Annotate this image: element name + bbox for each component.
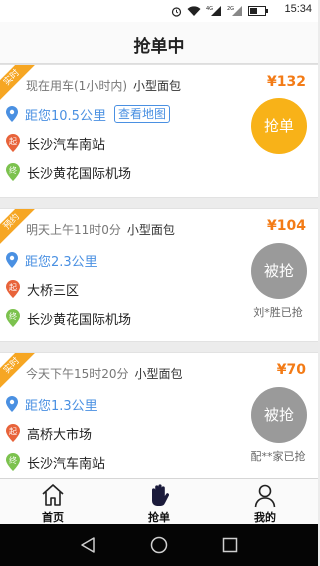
svg-text:起: 起 xyxy=(9,283,17,292)
tab-home[interactable]: 首页 xyxy=(0,479,106,525)
end-marker-icon: 终 xyxy=(6,453,20,471)
signal-2g-icon: 2G xyxy=(227,6,242,16)
tab-label: 我的 xyxy=(254,511,276,524)
svg-text:4G: 4G xyxy=(206,6,213,12)
tab-label: 首页 xyxy=(42,511,64,524)
start-marker-icon: 起 xyxy=(6,424,20,442)
distance-row: 距您1.3公里 xyxy=(6,394,98,414)
tab-label: 抢单 xyxy=(148,511,170,524)
location-pin-icon xyxy=(6,252,18,268)
start-marker-icon: 起 xyxy=(6,280,20,298)
start-row: 起 高桥大市场 xyxy=(6,423,92,443)
taken-button[interactable]: 被抢 xyxy=(251,243,307,299)
svg-text:起: 起 xyxy=(9,427,17,436)
taken-by-label: 配**家已抢 xyxy=(250,450,306,463)
home-circle-icon[interactable] xyxy=(150,536,168,554)
wifi-icon xyxy=(187,5,201,16)
order-header: 现在用车(1小时内) 小型面包 xyxy=(26,77,181,94)
order-card[interactable]: 实时 现在用车(1小时内) 小型面包 ¥132 距您10.5公里 查看地图 起 长… xyxy=(0,64,318,198)
start-address: 长沙汽车南站 xyxy=(27,137,106,153)
location-pin-icon xyxy=(6,106,18,122)
order-card[interactable]: 预约 明天上午11时0分 小型面包 ¥104 距您2.3公里 起 大桥三区 终 长… xyxy=(0,208,318,342)
svg-text:终: 终 xyxy=(9,311,17,321)
system-nav-bar xyxy=(0,524,318,566)
start-marker-icon: 起 xyxy=(6,134,20,152)
order-price: ¥132 xyxy=(267,74,306,90)
tab-grab-orders[interactable]: 抢单 xyxy=(106,479,212,525)
start-address: 大桥三区 xyxy=(27,283,80,299)
view-map-button[interactable]: 查看地图 xyxy=(113,105,170,123)
distance-text: 距您10.5公里 xyxy=(25,108,106,124)
svg-text:2G: 2G xyxy=(227,6,234,12)
order-time: 现在用车(1小时内) xyxy=(26,79,127,93)
end-address: 长沙汽车南站 xyxy=(27,456,106,472)
taken-by-label: 刘*胜已抢 xyxy=(253,306,303,319)
end-row: 终 长沙黄花国际机场 xyxy=(6,308,131,328)
order-price: ¥70 xyxy=(276,362,306,378)
order-price: ¥104 xyxy=(267,218,306,234)
end-address: 长沙黄花国际机场 xyxy=(27,312,132,328)
svg-text:终: 终 xyxy=(9,165,17,175)
distance-text: 距您2.3公里 xyxy=(25,254,98,270)
taken-button[interactable]: 被抢 xyxy=(251,387,307,443)
start-row: 起 长沙汽车南站 xyxy=(6,133,105,153)
start-address: 高桥大市场 xyxy=(27,427,93,443)
vehicle-type: 小型面包 xyxy=(133,79,182,93)
location-pin-icon xyxy=(6,396,18,412)
order-card[interactable]: 实时 今天下午15时20分 小型面包 ¥70 距您1.3公里 起 高桥大市场 终 … xyxy=(0,352,318,478)
grab-order-button[interactable]: 抢单 xyxy=(251,98,307,154)
distance-row: 距您10.5公里 查看地图 xyxy=(6,104,170,124)
status-time: 15:34 xyxy=(284,3,312,15)
order-time: 明天上午11时0分 xyxy=(26,223,121,237)
order-header: 明天上午11时0分 小型面包 xyxy=(26,221,175,238)
end-marker-icon: 终 xyxy=(6,163,20,181)
distance-row: 距您2.3公里 xyxy=(6,250,98,270)
back-icon[interactable] xyxy=(80,536,96,554)
order-header: 今天下午15时20分 小型面包 xyxy=(26,365,183,382)
order-time: 今天下午15时20分 xyxy=(26,367,129,381)
order-list[interactable]: 实时 现在用车(1小时内) 小型面包 ¥132 距您10.5公里 查看地图 起 长… xyxy=(0,64,318,478)
svg-text:终: 终 xyxy=(9,455,17,465)
battery-icon xyxy=(248,6,268,16)
page-title: 抢单中 xyxy=(133,37,185,57)
end-row: 终 长沙黄花国际机场 xyxy=(6,162,131,182)
person-icon xyxy=(254,484,276,508)
tab-profile[interactable]: 我的 xyxy=(212,479,318,525)
signal-4g-icon: 4G xyxy=(206,6,221,16)
status-bar: 4G 2G 15:34 xyxy=(0,0,318,22)
vehicle-type: 小型面包 xyxy=(126,223,175,237)
end-address: 长沙黄花国际机场 xyxy=(27,166,132,182)
svg-text:起: 起 xyxy=(9,137,17,146)
end-row: 终 长沙汽车南站 xyxy=(6,452,105,472)
alarm-icon xyxy=(171,6,182,17)
app-header: 抢单中 xyxy=(0,22,318,64)
bottom-tab-bar: 首页 抢单 我的 xyxy=(0,478,318,524)
distance-text: 距您1.3公里 xyxy=(25,398,98,414)
vehicle-type: 小型面包 xyxy=(134,367,183,381)
end-marker-icon: 终 xyxy=(6,309,20,327)
recents-icon[interactable] xyxy=(222,536,238,554)
home-icon xyxy=(42,484,64,506)
hand-icon xyxy=(152,484,170,506)
start-row: 起 大桥三区 xyxy=(6,279,79,299)
status-icons: 4G 2G xyxy=(171,4,268,18)
